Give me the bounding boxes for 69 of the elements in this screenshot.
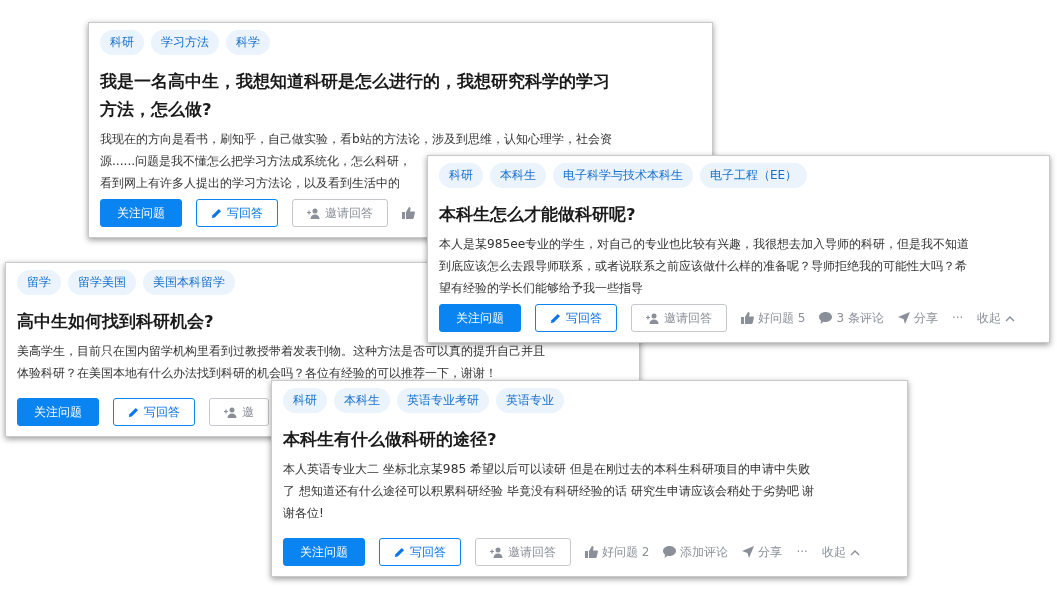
question-description: 谢各位! bbox=[283, 505, 324, 522]
thumbs-up-icon bbox=[585, 546, 598, 558]
follow-button[interactable]: 关注问题 bbox=[17, 398, 99, 426]
chevron-up-icon bbox=[849, 548, 860, 556]
write-answer-button[interactable]: 写回答 bbox=[379, 538, 461, 566]
write-answer-button[interactable]: 写回答 bbox=[196, 199, 278, 227]
question-description: 到底应该怎么去跟导师联系，或者说联系之前应该做什么样的准备呢？导师拒绝我的可能性大吗？希 bbox=[439, 258, 967, 275]
question-title[interactable]: 高中生如何找到科研机会? bbox=[17, 308, 214, 336]
topic-tag[interactable]: 本科生 bbox=[334, 388, 390, 413]
more-button[interactable]: ··· bbox=[796, 545, 808, 559]
add-person-icon bbox=[224, 406, 237, 418]
question-title[interactable]: 本科生有什么做科研的途径? bbox=[283, 426, 497, 454]
speech-bubble-icon bbox=[663, 546, 677, 558]
comment-button[interactable]: 添加评论 bbox=[663, 543, 729, 561]
topic-tag[interactable]: 留学 bbox=[17, 270, 61, 295]
topic-tag[interactable]: 电子科学与技术本科生 bbox=[553, 163, 693, 188]
topic-tag[interactable]: 科研 bbox=[283, 388, 327, 413]
like-button[interactable]: 好问题 5 bbox=[741, 309, 806, 327]
write-answer-button[interactable]: 写回答 bbox=[113, 398, 195, 426]
follow-button[interactable]: 关注问题 bbox=[100, 199, 182, 227]
add-person-icon bbox=[646, 312, 659, 324]
paper-plane-icon bbox=[897, 312, 910, 324]
question-description: 看到网上有许多人提出的学习方法论，以及看到生活中的 bbox=[100, 175, 400, 192]
topic-tag[interactable]: 学习方法 bbox=[151, 30, 219, 55]
like-button[interactable]: 好问题 2 bbox=[585, 543, 650, 561]
question-description: 我现在的方向是看书，刷知乎，自己做实验，看b站的方法论，涉及到思维，认知心理学，社会资 bbox=[100, 131, 612, 148]
question-description: 本人是某985ee专业的学生，对自己的专业也比较有兴趣，我很想去加入导师的科研，但是我不知道 bbox=[439, 236, 970, 253]
follow-button[interactable]: 关注问题 bbox=[283, 538, 365, 566]
more-button[interactable]: ··· bbox=[951, 311, 964, 325]
question-description: 体验科研？在美国本地有什么办法找到科研的机会吗？各位有经验的可以推荐一下，谢谢！ bbox=[17, 365, 497, 382]
paper-plane-icon bbox=[742, 546, 755, 558]
question-title[interactable]: 我是一名高中生，我想知道科研是怎么进行的，我想研究科学的学习方法，怎么做? bbox=[100, 68, 620, 124]
topic-tag[interactable]: 留学美国 bbox=[68, 270, 136, 295]
topic-tag[interactable]: 科研 bbox=[100, 30, 144, 55]
question-description: 源......问题是我不懂怎么把学习方法成系统化，怎么科研， bbox=[100, 153, 412, 170]
comment-button[interactable]: 3 条评论 bbox=[819, 309, 884, 327]
question-description: 了 想知道还有什么途径可以积累科研经验 毕竟没有科研经验的话 研究生申请应该会稍处于劣势吧 谢 bbox=[283, 483, 815, 500]
collapse-button[interactable]: 收起 bbox=[821, 543, 860, 561]
like-button[interactable] bbox=[402, 207, 415, 219]
topic-tag[interactable]: 美国本科留学 bbox=[143, 270, 235, 295]
share-button[interactable]: 分享 bbox=[742, 543, 783, 561]
pencil-icon bbox=[394, 546, 405, 558]
thumbs-up-icon bbox=[741, 312, 754, 324]
collapse-button[interactable]: 收起 bbox=[977, 309, 1016, 327]
invite-answer-button[interactable]: 邀请回答 bbox=[292, 199, 388, 227]
topic-tag[interactable]: 英语专业考研 bbox=[397, 388, 489, 413]
question-description: 本人英语专业大二 坐标北京某985 希望以后可以读研 但是在刚过去的本科生科研项目的申请中失败 bbox=[283, 461, 810, 478]
question-description: 望有经验的学长们能够给予我一些指导 bbox=[439, 280, 643, 297]
question-description: 美高学生，目前只在国内留学机构里看到过教授带着发表刊物。这种方法是否可以真的提升自己并且 bbox=[17, 343, 545, 360]
thumbs-up-icon bbox=[402, 207, 415, 219]
topic-tag[interactable]: 电子工程（EE） bbox=[700, 163, 808, 188]
invite-answer-button[interactable]: 邀 bbox=[209, 398, 269, 426]
follow-button[interactable]: 关注问题 bbox=[439, 304, 521, 332]
speech-bubble-icon bbox=[819, 312, 833, 324]
share-button[interactable]: 分享 bbox=[897, 309, 938, 327]
invite-answer-button[interactable]: 邀请回答 bbox=[475, 538, 571, 566]
add-person-icon bbox=[307, 207, 320, 219]
add-person-icon bbox=[490, 546, 503, 558]
pencil-icon bbox=[211, 207, 222, 219]
topic-tag[interactable]: 科学 bbox=[226, 30, 270, 55]
topic-tag[interactable]: 科研 bbox=[439, 163, 483, 188]
topic-tag[interactable]: 英语专业 bbox=[496, 388, 564, 413]
write-answer-button[interactable]: 写回答 bbox=[535, 304, 617, 332]
topic-tag[interactable]: 本科生 bbox=[490, 163, 546, 188]
pencil-icon bbox=[128, 406, 139, 418]
chevron-up-icon bbox=[1005, 314, 1016, 322]
invite-answer-button[interactable]: 邀请回答 bbox=[631, 304, 727, 332]
question-title[interactable]: 本科生怎么才能做科研呢? bbox=[439, 201, 636, 229]
pencil-icon bbox=[550, 312, 561, 324]
